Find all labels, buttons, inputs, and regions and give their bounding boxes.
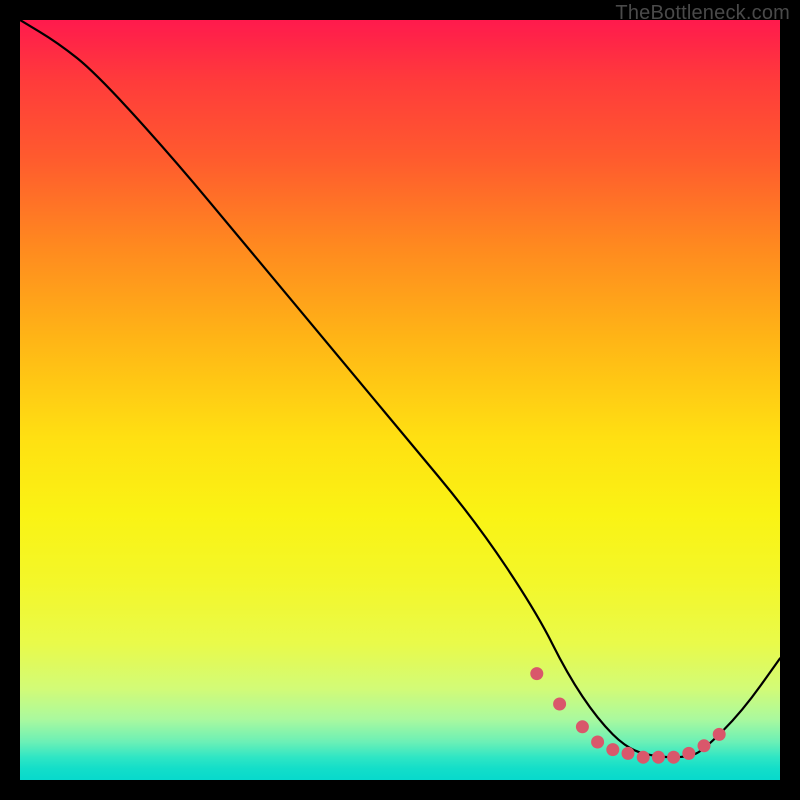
chart-stage: TheBottleneck.com: [0, 0, 800, 800]
marker-dot: [652, 751, 665, 764]
marker-dot: [637, 751, 650, 764]
marker-dot: [667, 751, 680, 764]
marker-dot: [553, 698, 566, 711]
marker-dot: [576, 720, 589, 733]
chart-svg: [20, 20, 780, 780]
plot-area: [20, 20, 780, 780]
marker-dot: [530, 667, 543, 680]
marker-dot: [606, 743, 619, 756]
marker-dot: [591, 736, 604, 749]
marker-dot: [713, 728, 726, 741]
marker-dot: [682, 747, 695, 760]
highlight-markers: [530, 667, 725, 764]
marker-dot: [698, 739, 711, 752]
curve-line: [20, 20, 780, 757]
marker-dot: [622, 747, 635, 760]
